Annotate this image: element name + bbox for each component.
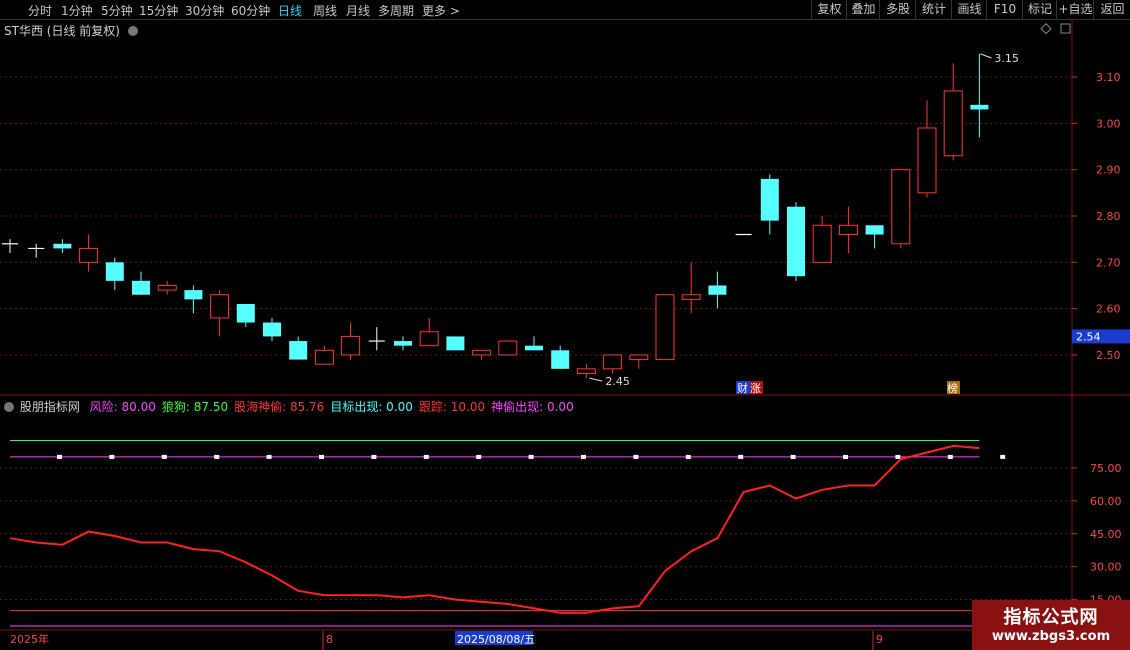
candle-body — [576, 368, 596, 374]
signal-marker — [319, 454, 324, 459]
price-tick-label: 2.70 — [1096, 256, 1121, 269]
candle-body — [341, 335, 361, 356]
indicator-tick-label: 30.00 — [1090, 561, 1122, 574]
low-price-label: 2.45 — [605, 375, 630, 388]
candle-body — [472, 349, 492, 356]
price-tick-label: 2.60 — [1096, 303, 1121, 316]
candle-body — [394, 341, 412, 346]
candle-body — [708, 285, 727, 295]
candle-body — [891, 169, 911, 245]
high-price-label: 3.15 — [994, 52, 1019, 65]
event-bang-label: 榜 — [947, 381, 958, 395]
candle-body — [812, 224, 832, 263]
candle-body — [917, 127, 937, 194]
signal-marker — [843, 454, 848, 459]
signal-marker — [633, 454, 639, 459]
date-label-month-9: 9 — [876, 633, 883, 646]
signal-marker — [266, 454, 272, 459]
candle-body — [210, 294, 230, 319]
candle-body — [53, 243, 72, 249]
signal-marker — [109, 454, 115, 459]
signal-marker — [476, 454, 482, 459]
candle-body — [551, 350, 570, 369]
high-marker-line — [980, 53, 992, 59]
candle-body — [446, 336, 465, 351]
indicator-line — [9, 444, 980, 614]
candle-body — [970, 104, 989, 110]
candle-body — [655, 294, 675, 361]
signal-marker — [371, 454, 377, 459]
candle-body — [498, 340, 518, 356]
price-tick-label: 2.90 — [1096, 164, 1121, 177]
candle-body — [760, 178, 779, 221]
candle-body — [838, 224, 858, 236]
event-cai-label: 财 — [737, 381, 748, 395]
candle-body — [419, 331, 439, 347]
candle-body — [289, 341, 308, 360]
current-price-label: 2.54 — [1076, 330, 1101, 343]
indicator-tick-label: 45.00 — [1090, 528, 1122, 541]
signal-marker — [947, 454, 953, 459]
signal-marker — [214, 454, 220, 459]
signal-marker — [790, 454, 796, 459]
price-tick-label: 3.00 — [1096, 117, 1121, 130]
date-label-month-8: 8 — [326, 633, 333, 646]
price-tick-label: 3.10 — [1096, 71, 1121, 84]
signal-marker — [161, 454, 167, 459]
candle-body — [629, 354, 649, 361]
candle-body — [105, 262, 124, 281]
candle-body — [681, 294, 701, 300]
candle-body — [157, 284, 177, 291]
candle-body — [787, 206, 805, 277]
signal-marker — [1000, 454, 1006, 459]
signal-marker — [581, 454, 586, 459]
diamond-icon — [1040, 23, 1052, 35]
indicator-tick-label: 60.00 — [1090, 495, 1122, 508]
date-label-selected: 2025/08/08/五 — [457, 633, 535, 646]
watermark-title: 指标公式网 — [1003, 607, 1099, 628]
candle-body — [263, 322, 281, 337]
price-tick-label: 2.50 — [1096, 349, 1121, 362]
date-label-year: 2025年 — [10, 632, 49, 646]
candle-body — [236, 304, 255, 323]
event-zhang-label: 涨 — [750, 382, 761, 395]
low-marker-line — [589, 377, 603, 382]
signal-marker — [528, 454, 534, 459]
candle-body — [132, 280, 150, 295]
watermark-url: www.zbgs3.com — [991, 629, 1111, 644]
candle-body — [865, 225, 884, 235]
signal-marker — [685, 454, 691, 459]
candle-body — [184, 290, 203, 300]
signal-marker — [738, 454, 744, 459]
candle-body — [314, 349, 334, 365]
price-tick-label: 2.80 — [1096, 210, 1121, 223]
candle-body — [525, 345, 543, 351]
signal-marker — [895, 454, 901, 459]
panel-toggle-icon — [1060, 23, 1071, 34]
candle-body — [79, 247, 99, 263]
candlestick-and-indicator-chart: 2.50 2.60 2.70 2.80 2.90 3.00 3.10 2.54 2.45 3.15… — [0, 20, 1130, 650]
candle-body — [603, 354, 623, 370]
watermark: 指标公式网 www.zbgs3.com — [972, 600, 1130, 650]
signal-marker — [57, 454, 62, 459]
candle-body — [943, 90, 963, 157]
signal-marker — [423, 454, 429, 459]
indicator-tick-label: 75.00 — [1090, 462, 1122, 475]
